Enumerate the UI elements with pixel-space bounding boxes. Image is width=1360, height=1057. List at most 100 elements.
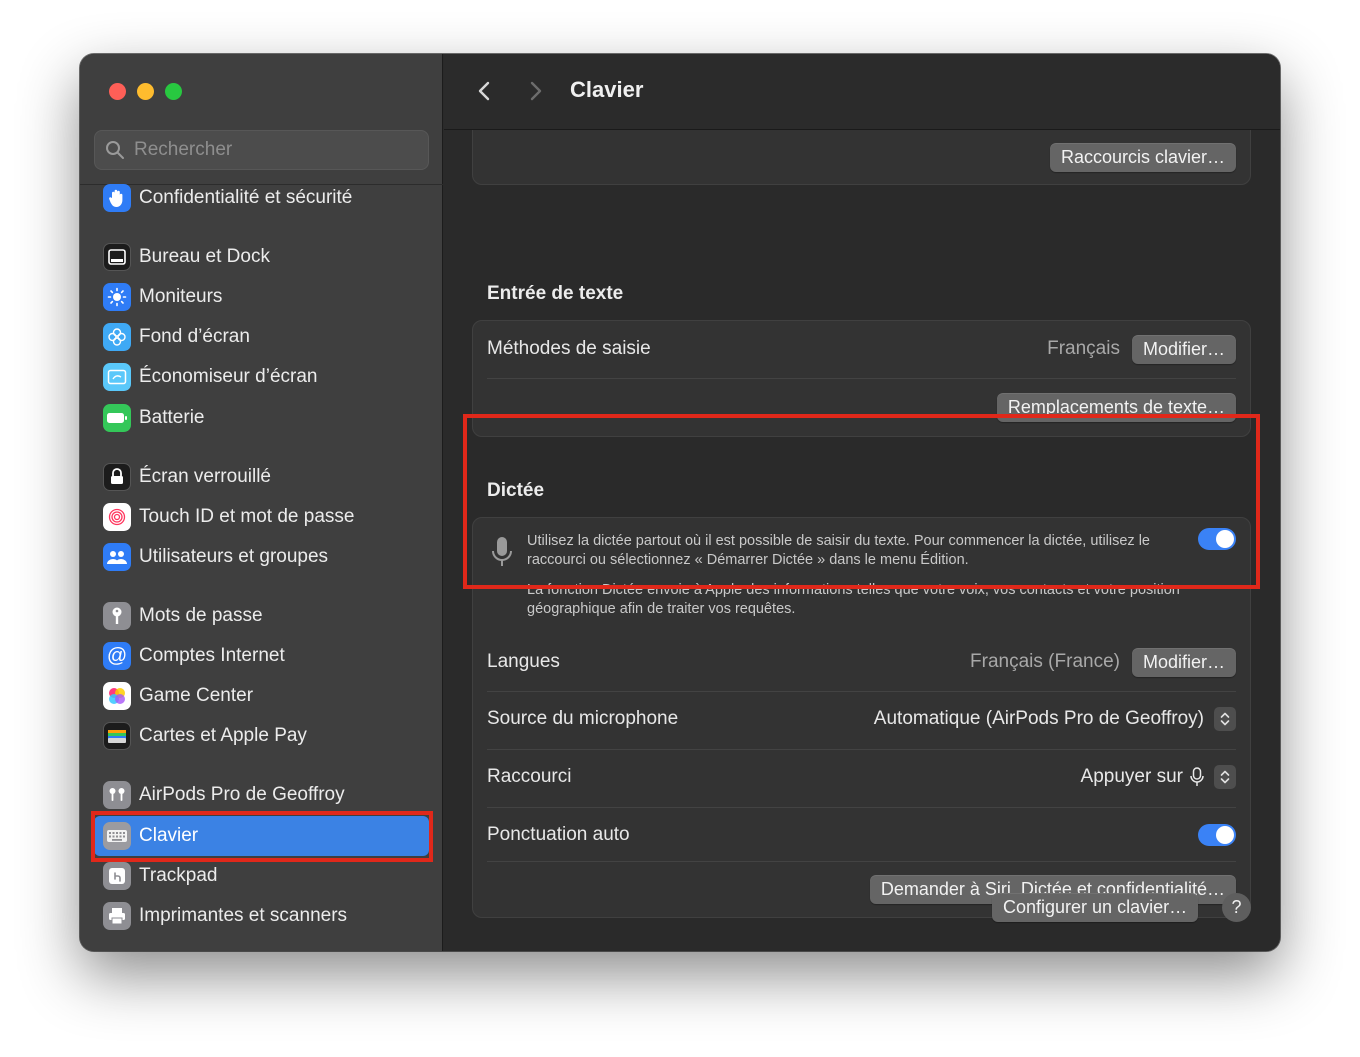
sidebar-item-label: Économiseur d’écran — [139, 366, 318, 387]
lock-icon — [103, 463, 131, 491]
traffic-lights — [109, 83, 182, 100]
sidebar-item-label: Mots de passe — [139, 605, 263, 626]
dictee-toggle[interactable] — [1198, 528, 1236, 550]
raccourci-label: Raccourci — [487, 766, 572, 787]
dictee-description-2: La fonction Dictée envoie à Apple des in… — [527, 582, 1180, 617]
sidebar-item-label: Bureau et Dock — [139, 246, 270, 267]
sidebar-item-label: Comptes Internet — [139, 645, 285, 666]
entree-texte-title: Entrée de texte — [487, 283, 624, 304]
raccourcis-card: Raccourcis clavier… — [472, 130, 1251, 185]
sidebar-item-imprimantes[interactable]: Imprimantes et scanners — [94, 896, 429, 936]
langues-label: Langues — [487, 651, 560, 672]
sidebar-item-economiseur[interactable]: Économiseur d’écran — [94, 357, 429, 397]
minimize-button[interactable] — [137, 83, 154, 100]
langues-value: Français (France) — [970, 651, 1120, 672]
sidebar-item-label: Clavier — [139, 825, 199, 846]
flower-icon — [103, 323, 131, 351]
sidebar-item-label: Trackpad — [139, 865, 218, 886]
source-micro-label: Source du microphone — [487, 708, 679, 729]
sidebar-item-comptes-internet[interactable]: @ Comptes Internet — [94, 636, 429, 676]
screensaver-icon — [103, 363, 131, 391]
battery-icon — [103, 404, 131, 432]
raccourci-value: Appuyer sur — [1080, 766, 1183, 787]
wallet-icon — [103, 722, 131, 750]
up-down-chevron-icon — [1214, 707, 1236, 731]
sidebar-item-airpods[interactable]: AirPods Pro de Geoffroy — [94, 775, 429, 815]
sidebar-item-mots-de-passe[interactable]: Mots de passe — [94, 596, 429, 636]
sidebar-item-label: Fond d’écran — [139, 326, 250, 347]
row-divider — [487, 861, 1236, 862]
sidebar-item-label: Cartes et Apple Pay — [139, 725, 307, 746]
forward-chevron-icon[interactable] — [522, 78, 548, 104]
dictee-card: Utilisez la dictée partout où il est pos… — [472, 517, 1251, 918]
search-input[interactable] — [134, 139, 414, 161]
sidebar-item-utilisateurs[interactable]: Utilisateurs et groupes — [94, 537, 429, 577]
key-icon — [103, 602, 131, 630]
toolbar: Clavier — [444, 54, 1280, 130]
content-scroll[interactable]: Raccourcis clavier… Entrée de texte Méth… — [444, 130, 1280, 951]
sidebar-item-label: Moniteurs — [139, 286, 223, 307]
sidebar-item-label: Utilisateurs et groupes — [139, 546, 329, 567]
trackpad-icon — [103, 862, 131, 890]
sidebar-item-bureau-dock[interactable]: Bureau et Dock — [94, 237, 429, 277]
dictee-description-1: Utilisez la dictée partout où il est pos… — [527, 533, 1150, 568]
sidebar-item-label: AirPods Pro de Geoffroy — [139, 784, 345, 805]
ponctuation-auto-label: Ponctuation auto — [487, 824, 630, 845]
sidebar-item-label: Game Center — [139, 685, 254, 706]
page-title: Clavier — [570, 77, 644, 102]
airpods-icon — [103, 781, 131, 809]
remplacements-texte-button[interactable]: Remplacements de texte… — [996, 393, 1236, 422]
row-divider — [487, 749, 1236, 750]
row-divider — [487, 807, 1236, 808]
back-chevron-icon[interactable] — [472, 78, 498, 104]
help-button[interactable]: ? — [1222, 893, 1251, 922]
keyboard-icon — [103, 822, 131, 850]
sidebar-item-clavier[interactable]: Clavier — [94, 816, 429, 856]
sidebar-item-ecran-verrouille[interactable]: Écran verrouillé — [94, 457, 429, 497]
zoom-button[interactable] — [165, 83, 182, 100]
sidebar-item-batterie[interactable]: Batterie — [94, 398, 429, 438]
source-micro-popup[interactable]: Automatique (AirPods Pro de Geoffroy) — [874, 707, 1236, 731]
methodes-saisie-label: Méthodes de saisie — [487, 338, 651, 359]
dictee-title: Dictée — [487, 480, 545, 501]
search-field[interactable] — [94, 130, 429, 170]
raccourci-popup[interactable]: Appuyer sur — [1081, 765, 1236, 789]
sidebar-item-label: Imprimantes et scanners — [139, 905, 348, 926]
printer-icon — [103, 902, 131, 930]
sidebar-item-label: Écran verrouillé — [139, 466, 271, 487]
close-button[interactable] — [109, 83, 126, 100]
sidebar-item-label: Batterie — [139, 407, 205, 428]
configurer-clavier-button[interactable]: Configurer un clavier… — [992, 893, 1199, 922]
sidebar-item-confidentialite[interactable]: Confidentialité et sécurité — [94, 178, 429, 218]
entree-texte-card: Méthodes de saisie Français Modifier… Re… — [472, 320, 1251, 437]
sidebar-item-touch-id[interactable]: Touch ID et mot de passe — [94, 497, 429, 537]
hand-icon — [103, 184, 131, 212]
users-icon — [103, 543, 131, 571]
main-pane: Clavier Raccourcis clavier… Entrée de te… — [444, 54, 1280, 951]
sidebar-item-moniteurs[interactable]: Moniteurs — [94, 277, 429, 317]
row-divider — [487, 691, 1236, 692]
row-divider — [487, 378, 1236, 379]
sidebar: Confidentialité et sécurité Bureau et Do… — [80, 54, 443, 951]
methodes-saisie-value: Français — [1047, 338, 1120, 359]
microphone-icon — [492, 537, 512, 566]
langues-modifier-button[interactable]: Modifier… — [1131, 647, 1236, 677]
dock-icon — [103, 243, 131, 271]
sidebar-item-cartes-apple-pay[interactable]: Cartes et Apple Pay — [94, 716, 429, 756]
sun-icon — [103, 283, 131, 311]
at-icon: @ — [103, 642, 131, 670]
sidebar-item-label: Confidentialité et sécurité — [139, 187, 353, 208]
sidebar-item-game-center[interactable]: Game Center — [94, 676, 429, 716]
methodes-modifier-button[interactable]: Modifier… — [1131, 334, 1236, 364]
settings-window: Confidentialité et sécurité Bureau et Do… — [80, 54, 1280, 951]
sidebar-item-fond-ecran[interactable]: Fond d’écran — [94, 317, 429, 357]
up-down-chevron-icon — [1214, 765, 1236, 789]
raccourcis-clavier-button[interactable]: Raccourcis clavier… — [1049, 143, 1236, 172]
sidebar-item-label: Touch ID et mot de passe — [139, 506, 355, 527]
game-center-icon — [103, 682, 131, 710]
sidebar-item-trackpad[interactable]: Trackpad — [94, 856, 429, 896]
microphone-key-icon — [1190, 767, 1204, 786]
ponctuation-auto-toggle[interactable] — [1198, 824, 1236, 846]
fingerprint-icon — [103, 503, 131, 531]
source-micro-value: Automatique (AirPods Pro de Geoffroy) — [873, 708, 1204, 729]
